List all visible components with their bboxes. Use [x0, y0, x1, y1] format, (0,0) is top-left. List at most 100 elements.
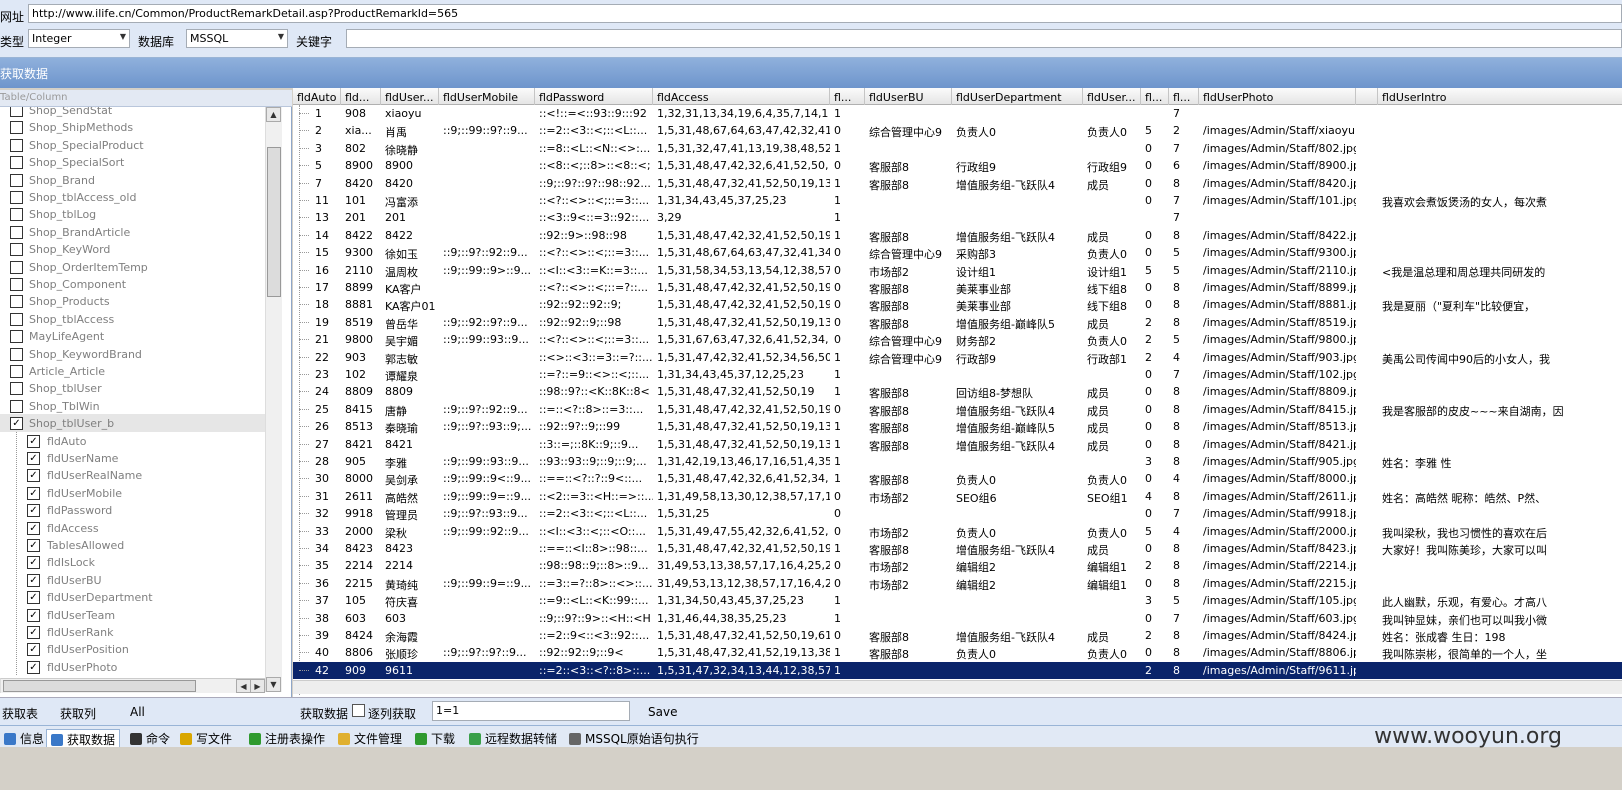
column-header[interactable]: fldPassword	[535, 88, 653, 105]
tab-download[interactable]: 下载	[411, 729, 459, 747]
table-row[interactable]: 39 8424 余海霞::=2::9<::<3::92::... 1,5,31,48,…	[293, 627, 1622, 644]
table-row[interactable]: 36 2215 黄琦纯::9;::99::9=::9...::=3::=?::8>:…	[293, 575, 1622, 592]
table-row[interactable]: 13 201 201::<3::9<::=3::92::... 3,29 1 7	[293, 209, 1622, 226]
tree-column-item[interactable]: ✓ fldAuto	[0, 432, 275, 450]
table-row[interactable]: 24 8809 8809::98::9?::<K::8K::8< 1,5,31,48,…	[293, 383, 1622, 400]
tab-pencil[interactable]: 写文件	[176, 729, 236, 747]
tab-sql[interactable]: MSSQL原始语句执行	[565, 729, 703, 747]
table-row[interactable]: 27 8421 8421::3::=;::8K::9;::9... 1,5,31,48…	[293, 436, 1622, 453]
table-checkbox[interactable]	[10, 347, 23, 361]
data-grid[interactable]: fldAuto fld... fldUser... fldUserMobile fldP…	[293, 88, 1622, 718]
tree-table-item[interactable]: Shop_OrderItemTemp	[0, 258, 275, 276]
tree-table-item[interactable]: Shop_tblLog	[0, 205, 275, 223]
tree-table-item[interactable]: Shop_SpecialSort	[0, 153, 275, 171]
table-checkbox[interactable]	[10, 225, 23, 239]
url-input[interactable]: http://www.ilife.cn/Common/ProductRemark…	[28, 4, 1622, 23]
table-row[interactable]: 30 8000 吴剑承::9;::99::9<::9...::==::<?::?::…	[293, 470, 1622, 487]
table-row[interactable]: 38 603 603::9;::9?::9>::<H::<H 1,31,46,44,3…	[293, 610, 1622, 627]
tree-column-item[interactable]: ✓ fldUserName	[0, 449, 275, 467]
tree-table-item[interactable]: Shop_Products	[0, 292, 275, 310]
tree-table-item[interactable]: MayLifeAgent	[0, 327, 275, 345]
type-select[interactable]: Integer ▼	[28, 29, 130, 48]
tab-registry[interactable]: 注册表操作	[245, 729, 329, 747]
tree-column-item[interactable]: ✓ fldUserTeam	[0, 606, 275, 624]
per-column-checkbox[interactable]	[352, 704, 365, 717]
table-checkbox[interactable]	[10, 173, 23, 187]
tree-table-item[interactable]: ✓ Shop_tblUser_b	[0, 414, 275, 433]
column-checkbox[interactable]: ✓	[27, 608, 40, 622]
table-row[interactable]: 26 8513 秦晓瑜::9;::9?::93::9;...::92::9?::9;…	[293, 418, 1622, 435]
table-checkbox[interactable]	[10, 121, 23, 135]
column-checkbox[interactable]: ✓	[27, 521, 40, 535]
table-row[interactable]: 1 908 xiaoyu::<!::=<::93::9:::92 1,32,31,13…	[293, 105, 1622, 122]
table-row[interactable]: 16 2110 温周枚::9;::99::9>::9...::<I::<3::=K:…	[293, 262, 1622, 279]
table-row[interactable]: 32 9918 管理员::9;::9?::93::9...::=2::<3::<;:…	[293, 505, 1622, 522]
tree-table-item[interactable]: Shop_TblWin	[0, 397, 275, 415]
table-row[interactable]: 23 102 谭耀泉::=?::=9::<>::<;::... 1,31,34,43,…	[293, 366, 1622, 383]
column-header[interactable]: fl...	[1141, 88, 1169, 105]
table-checkbox[interactable]	[10, 295, 23, 309]
tree-table-item[interactable]: Shop_tblAccess_old	[0, 188, 275, 206]
table-row[interactable]: 40 8806 张顺珍::9;::9?::9?::9...::92::92::9;:…	[293, 644, 1622, 661]
column-header[interactable]: fld...	[341, 88, 381, 105]
table-row[interactable]: 7 8420 8420::9;::9?::9?::98::92... 1,5,31,4…	[293, 175, 1622, 192]
keyword-input[interactable]	[346, 29, 1622, 48]
get-table-button[interactable]: 获取表	[2, 705, 38, 722]
tree-table-item[interactable]: Shop_tblUser	[0, 379, 275, 397]
tree-table-item[interactable]: Shop_BrandArticle	[0, 223, 275, 241]
table-row[interactable]: 34 8423 8423::==::<I::8>::98::... 1,5,31,48…	[293, 540, 1622, 557]
tree-horizontal-scrollbar[interactable]: ◀ ▶	[0, 678, 265, 693]
table-checkbox[interactable]	[10, 278, 23, 291]
table-row[interactable]: 22 903 郭志敏::<>::<3::=3::=?::... 1,5,31,47,4…	[293, 349, 1622, 366]
column-checkbox[interactable]: ✓	[27, 452, 40, 465]
table-column-tree[interactable]: Shop_SendStat Shop_ShipMethods Shop_Specia…	[0, 107, 275, 692]
get-column-button[interactable]: 获取列	[60, 705, 96, 722]
scroll-left-icon[interactable]: ◀	[236, 679, 251, 693]
table-row[interactable]: 19 8519 曾岳华::9;::92::9?::9...::92::92::9;:…	[293, 314, 1622, 331]
column-header[interactable]: fldAuto	[293, 88, 341, 105]
tree-column-item[interactable]: ✓ fldUserPosition	[0, 640, 275, 658]
table-row[interactable]: 28 905 李雅::9;::99::93::9...::93::93::9;::9…	[293, 453, 1622, 470]
column-header[interactable]: fldUserPhoto	[1199, 88, 1356, 105]
table-row[interactable]: 15 9300 徐如玉::9;::9?::92::9...::<?::<>::<;:…	[293, 244, 1622, 261]
column-header[interactable]: fldUserDepartment	[952, 88, 1083, 105]
table-checkbox[interactable]	[10, 191, 23, 204]
tab-terminal[interactable]: 命令	[126, 729, 174, 747]
column-header[interactable]: fldUser...	[1083, 88, 1141, 105]
column-header[interactable]: fldAccess	[653, 88, 830, 105]
scroll-up-icon[interactable]: ▲	[266, 107, 281, 122]
table-row[interactable]: 5 8900 8900::<8::<;::8>::<8::<; 1,5,31,48,4…	[293, 157, 1622, 174]
tree-column-item[interactable]: ✓ fldIsLock	[0, 553, 275, 571]
table-checkbox[interactable]	[10, 260, 23, 274]
tree-table-item[interactable]: Shop_ShipMethods	[0, 118, 275, 136]
tree-table-item[interactable]: Article_Article	[0, 362, 275, 380]
table-row[interactable]: 14 8422 8422::92::9>::98::98 1,5,31,48,47,4…	[293, 227, 1622, 244]
column-checkbox[interactable]: ✓	[27, 486, 40, 500]
column-header[interactable]: fl...	[1169, 88, 1199, 105]
table-row[interactable]: 35 2214 2214::98::98::9;::8>::9... 31,49,53…	[293, 557, 1622, 574]
table-row[interactable]: 21 9800 吴宇媚::9;::99::93::9...::<?::<>::<;:…	[293, 331, 1622, 348]
tree-table-item[interactable]: Shop_KeywordBrand	[0, 345, 275, 363]
tree-table-item[interactable]: Shop_Component	[0, 275, 275, 293]
table-checkbox[interactable]	[10, 243, 23, 257]
tab-folder[interactable]: 文件管理	[334, 729, 406, 747]
table-checkbox[interactable]	[10, 138, 23, 152]
table-checkbox[interactable]	[10, 208, 23, 222]
table-row[interactable]: 17 8899 KA客户::<?::<>::<;::=?::... 1,5,31,48…	[293, 279, 1622, 296]
column-header[interactable]: fldUserIntro	[1378, 88, 1622, 105]
tree-column-item[interactable]: ✓ fldUserRank	[0, 623, 275, 641]
table-row[interactable]: 42 909 9611::=2::<3::<?::8>::... 1,5,31,47,…	[293, 661, 1622, 680]
grid-horizontal-scrollbar[interactable]	[293, 680, 1622, 694]
tree-column-item[interactable]: ✓ fldUserBU	[0, 571, 275, 589]
scroll-thumb[interactable]	[267, 147, 281, 297]
table-checkbox[interactable]	[10, 107, 23, 117]
tree-column-item[interactable]: ✓ fldUserRealName	[0, 466, 275, 484]
column-checkbox[interactable]: ✓	[27, 556, 40, 570]
tree-column-item[interactable]: ✓ fldUserDepartment	[0, 588, 275, 606]
table-row[interactable]: 3 802 徐晓静::=8::<L::<N::<>:... 1,5,31,32,47,…	[293, 140, 1622, 157]
column-header[interactable]: fl...	[830, 88, 865, 105]
column-checkbox[interactable]: ✓	[27, 573, 40, 587]
table-checkbox[interactable]: ✓	[10, 417, 23, 431]
column-header[interactable]: fldUserBU	[865, 88, 952, 105]
tab-database[interactable]: 获取数据	[46, 729, 121, 747]
